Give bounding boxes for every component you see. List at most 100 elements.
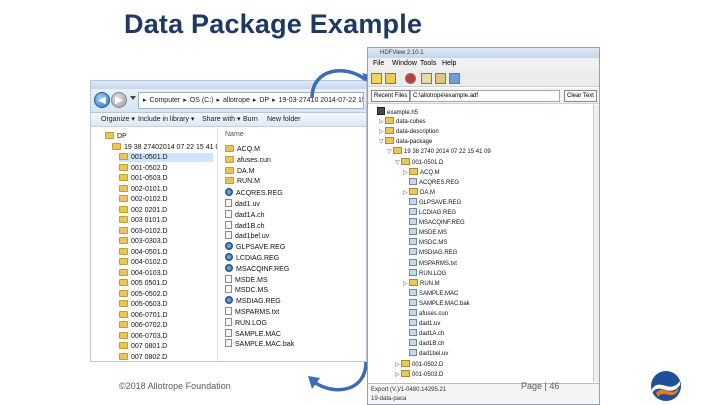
tree-folder-item[interactable]: 005-0503.D bbox=[119, 300, 213, 309]
hdf-tree-node[interactable]: SAMPLE.MAC bbox=[403, 288, 458, 298]
menu-item-file[interactable]: File bbox=[373, 58, 384, 70]
hdf-tree-node[interactable]: ▷ data-description bbox=[379, 127, 439, 136]
hdf-tree-node[interactable]: MSPARMS.txt bbox=[403, 258, 457, 268]
command-button[interactable]: Organize ▾ bbox=[101, 113, 135, 127]
tree-folder-item[interactable]: 001-0501.D bbox=[119, 153, 213, 162]
open-file-icon[interactable] bbox=[371, 73, 382, 84]
file-list-item[interactable]: dad1.uv bbox=[225, 199, 260, 208]
address-segment[interactable]: DP bbox=[259, 97, 269, 104]
tree-folder-item[interactable]: 007 0801.D bbox=[119, 342, 213, 351]
file-list-item[interactable]: RUN.M bbox=[225, 177, 260, 186]
hdf-tree-node[interactable]: ▽ 001-0501.D bbox=[395, 157, 443, 167]
menu-item-window[interactable]: Window bbox=[392, 58, 417, 70]
address-segment[interactable]: Computer bbox=[150, 97, 181, 104]
name-column-header[interactable]: Name bbox=[225, 131, 244, 138]
open-folder-icon[interactable] bbox=[385, 73, 396, 84]
command-button[interactable]: Share with ▾ bbox=[202, 113, 241, 127]
hdf-tree-node[interactable]: RUN.LOG bbox=[403, 268, 446, 278]
recent-pages-dropdown-icon[interactable] bbox=[130, 96, 136, 100]
address-segment[interactable]: ▸ bbox=[253, 97, 257, 104]
menu-item-help[interactable]: Help bbox=[442, 58, 456, 70]
file-list-item[interactable]: LCDIAG.REG bbox=[225, 253, 279, 262]
tree-folder-item[interactable]: 006-0702.D bbox=[119, 321, 213, 330]
hdf-tree-node[interactable]: GLPSAVE.REG bbox=[403, 197, 461, 207]
tree-folder-item[interactable]: 004-0501.D bbox=[119, 247, 213, 257]
tree-folder-item[interactable]: 001-0503.D bbox=[119, 174, 213, 183]
hdf-tree-node[interactable]: example.h5 bbox=[371, 107, 418, 116]
hdf-tree-node[interactable]: MSACQINF.REG bbox=[403, 218, 465, 227]
forward-button[interactable]: ▶ bbox=[111, 92, 127, 108]
tree-folder-item[interactable]: 003 0101.D bbox=[119, 216, 213, 225]
address-segment[interactable]: ▸ bbox=[272, 97, 276, 104]
file-list-item[interactable]: SAMPLE.MAC.bak bbox=[225, 339, 294, 348]
hdf-tree-node[interactable]: MSDC.MS bbox=[403, 238, 447, 247]
file-list-item[interactable]: dad1B.ch bbox=[225, 220, 265, 230]
back-button[interactable]: ◀ bbox=[94, 92, 110, 108]
file-list-item[interactable]: SAMPLE.MAC bbox=[225, 328, 281, 338]
menu-item-tools[interactable]: Tools bbox=[420, 58, 436, 70]
hdf-tree-node[interactable]: ▷ ACQ.M bbox=[403, 167, 440, 177]
hdf-tree-node[interactable]: ▷ 001-0503.D bbox=[395, 369, 443, 379]
hdf-tree-node[interactable]: dad1B.ch bbox=[403, 339, 444, 348]
tree-folder-item[interactable]: 001-0502.D bbox=[119, 163, 213, 173]
save-icon[interactable] bbox=[421, 73, 432, 84]
tree-folder-item[interactable]: 003-0303.D bbox=[119, 237, 213, 246]
clear-text-button[interactable]: Clear Text bbox=[564, 90, 597, 102]
export-icon[interactable] bbox=[435, 73, 446, 84]
tree-folder-item[interactable]: 006-0703.D bbox=[119, 331, 213, 341]
recent-files-path-field[interactable]: C:\allotrope\example.adf bbox=[410, 90, 560, 102]
address-segment[interactable]: allotrope bbox=[223, 97, 250, 104]
tree-folder-item[interactable]: 005 0501.D bbox=[119, 279, 213, 288]
tree-folder-item[interactable]: 19 38 27402014 07 22 15 41 09 bbox=[112, 142, 217, 152]
command-button[interactable]: Include in library ▾ bbox=[138, 113, 194, 127]
hdf-tree-node[interactable]: MSDIAG.REG bbox=[403, 248, 457, 257]
file-list-item[interactable]: afuses.cun bbox=[225, 155, 271, 165]
file-list-item[interactable]: MSDIAG.REG bbox=[225, 296, 281, 305]
tree-folder-item[interactable]: 006-0701.D bbox=[119, 310, 213, 320]
hdf-tree-node[interactable]: dad1.uv bbox=[403, 319, 440, 328]
tree-folder-item[interactable]: 002-0101.D bbox=[119, 184, 213, 194]
tree-folder-item[interactable]: 007 0802.D bbox=[119, 352, 213, 362]
hdf-tree-node[interactable]: ▽ data-package bbox=[379, 137, 432, 146]
hdf-tree-node[interactable]: SAMPLE.MAC.bak bbox=[403, 298, 470, 308]
file-list-item[interactable]: dad1bel.uv bbox=[225, 231, 269, 240]
tree-folder-item[interactable]: 005-0502.D bbox=[119, 289, 213, 299]
command-button[interactable]: Burn bbox=[243, 113, 258, 127]
tree-folder-item[interactable]: 003-0102.D bbox=[119, 226, 213, 236]
address-segment[interactable]: ▸ bbox=[143, 97, 147, 104]
file-list-item[interactable]: MSDC.MS bbox=[225, 285, 268, 294]
tree-folder-item[interactable]: 004-0102.D bbox=[119, 258, 213, 267]
file-list-item[interactable]: MSPARMS.txt bbox=[225, 307, 279, 316]
tree-folder-item[interactable]: 004-0103.D bbox=[119, 268, 213, 278]
hdf-tree-node[interactable]: ▷ 001-0502.D bbox=[395, 359, 443, 369]
hdf-tree-node[interactable]: ▽ 19 38 2740 2014 07 22 15 41 09 bbox=[387, 147, 491, 156]
file-list-item[interactable]: MSACQINF.REG bbox=[225, 263, 289, 273]
hdf-tree-node[interactable]: MSDE.MS bbox=[403, 228, 447, 237]
address-segment[interactable]: OS (C:) bbox=[190, 97, 214, 104]
command-button[interactable]: New folder bbox=[267, 113, 300, 127]
file-list-item[interactable]: ACQ.M bbox=[225, 145, 260, 154]
file-list-item[interactable]: RUN.LOG bbox=[225, 317, 267, 327]
hdf-tree-scrollbar[interactable] bbox=[593, 105, 599, 382]
file-list-item[interactable]: DA.M bbox=[225, 166, 255, 176]
hdf-tree-node[interactable]: ▷ DA.M bbox=[403, 187, 435, 197]
hdf-tree-node[interactable]: dad1bel.uv bbox=[403, 349, 448, 358]
file-list-item[interactable]: ACQRES.REG bbox=[225, 188, 283, 197]
file-list-item[interactable]: dad1A.ch bbox=[225, 209, 265, 219]
tree-folder-item[interactable]: DP bbox=[105, 132, 213, 141]
hdf-tree-node[interactable]: ACQRES.REG bbox=[403, 177, 459, 187]
recent-files-button[interactable]: Recent Files bbox=[371, 90, 411, 102]
address-segment[interactable]: ▸ bbox=[183, 97, 187, 104]
tree-folder-item[interactable]: 002 0201.D bbox=[119, 205, 213, 215]
hdf-tree-node[interactable]: ▷ data-cubes bbox=[379, 117, 426, 126]
hdf-tree-node[interactable]: afuses.cun bbox=[403, 309, 448, 318]
file-list-item[interactable]: GLPSAVE.REG bbox=[225, 242, 285, 251]
hdf-tree-node[interactable]: ▷ RUN.M bbox=[403, 278, 440, 288]
file-list-item[interactable]: MSDE.MS bbox=[225, 274, 268, 284]
hdf-tree-node[interactable]: dad1A.ch bbox=[403, 329, 444, 338]
close-file-icon[interactable] bbox=[405, 73, 416, 84]
tree-folder-item[interactable]: 002-0102.D bbox=[119, 195, 213, 204]
help-icon[interactable] bbox=[449, 73, 460, 84]
address-segment[interactable]: ▸ bbox=[217, 97, 221, 104]
hdf-tree-node[interactable]: LCDIAG.REG bbox=[403, 208, 456, 217]
